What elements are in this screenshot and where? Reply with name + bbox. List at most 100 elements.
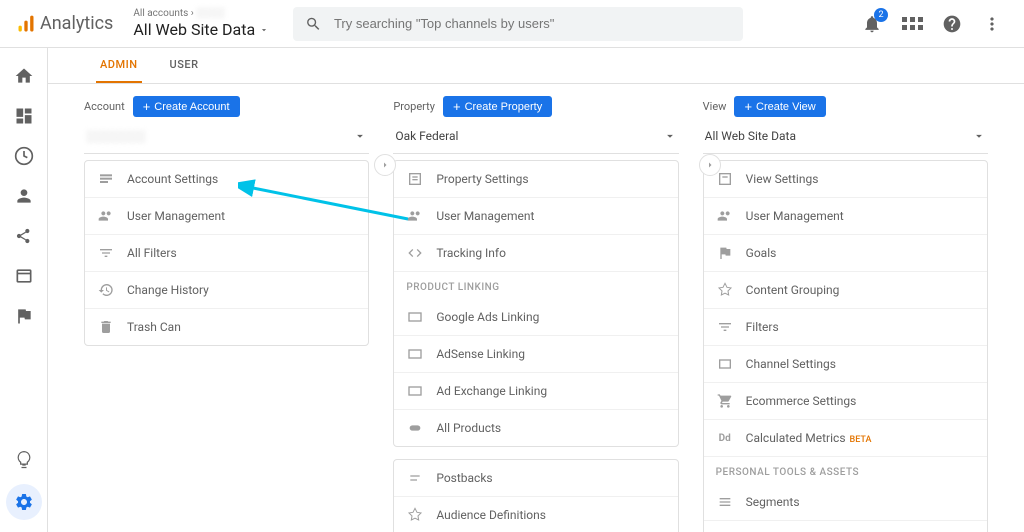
chevron-down-icon (663, 129, 677, 143)
admin-tabs: ADMIN USER (48, 48, 1024, 84)
chevron-down-icon (972, 129, 986, 143)
account-all-filters-item[interactable]: All Filters (85, 235, 368, 272)
view-user-management-item[interactable]: User Management (704, 198, 987, 235)
ads-icon (406, 308, 424, 326)
brand-logo: Analytics (8, 13, 121, 34)
people-icon (406, 207, 424, 225)
create-view-button[interactable]: +Create View (734, 96, 825, 117)
people-icon (716, 207, 734, 225)
postback-icon (406, 469, 424, 487)
plus-icon: + (143, 100, 151, 113)
channel-icon (716, 355, 734, 373)
person-icon (14, 186, 34, 206)
property-user-management-item[interactable]: User Management (394, 198, 677, 235)
arrow-right-icon (379, 159, 391, 171)
more-vert-icon (982, 14, 1002, 34)
apps-button[interactable] (898, 10, 926, 38)
annotations-item[interactable]: Annotations (704, 521, 987, 532)
adsense-linking-item[interactable]: AdSense Linking (394, 336, 677, 373)
lightbulb-icon (14, 450, 34, 470)
home-icon (14, 66, 34, 86)
pages-icon (14, 266, 34, 286)
adexchange-linking-item[interactable]: Ad Exchange Linking (394, 373, 677, 410)
dd-icon: Dd (716, 429, 734, 447)
nav-customization[interactable] (0, 96, 48, 136)
people-icon (97, 207, 115, 225)
account-settings-item[interactable]: Account Settings (85, 161, 368, 198)
adsense-icon (406, 345, 424, 363)
segments-icon (716, 493, 734, 511)
ecommerce-settings-item[interactable]: Ecommerce Settings (704, 383, 987, 420)
segments-item[interactable]: Segments (704, 484, 987, 521)
dashboard-icon (14, 106, 34, 126)
all-products-item[interactable]: All Products (394, 410, 677, 446)
notification-badge: 2 (874, 8, 888, 22)
nav-admin[interactable] (6, 484, 42, 520)
content-grouping-item[interactable]: Content Grouping (704, 272, 987, 309)
view-settings-item[interactable]: View Settings (704, 161, 987, 198)
flag-icon (716, 244, 734, 262)
account-user-management-item[interactable]: User Management (85, 198, 368, 235)
property-selector[interactable]: Oak Federal (393, 123, 678, 154)
code-icon (406, 244, 424, 262)
help-button[interactable] (938, 10, 966, 38)
column-collapse-2[interactable] (699, 154, 721, 176)
property-settings-item[interactable]: Property Settings (394, 161, 677, 198)
gear-icon (14, 492, 34, 512)
property-label: Property (393, 100, 435, 113)
calculated-metrics-item[interactable]: DdCalculated MetricsBETA (704, 420, 987, 457)
audience-icon (406, 506, 424, 524)
admin-columns: Account +Create Account ░░░░░░░ Account … (48, 84, 1024, 532)
account-column: Account +Create Account ░░░░░░░ Account … (72, 96, 381, 532)
personal-tools-header: PERSONAL TOOLS & ASSETS (704, 457, 987, 484)
nav-home[interactable] (0, 56, 48, 96)
google-ads-linking-item[interactable]: Google Ads Linking (394, 299, 677, 336)
link-icon (406, 419, 424, 437)
create-account-button[interactable]: +Create Account (133, 96, 240, 117)
account-picker[interactable]: All accounts › ░░░░ All Web Site Data (133, 8, 269, 39)
app-header: Analytics All accounts › ░░░░ All Web Si… (0, 0, 1024, 48)
postbacks-item[interactable]: Postbacks (394, 460, 677, 497)
notifications-button[interactable]: 2 (858, 10, 886, 38)
help-icon (942, 14, 962, 34)
tab-user[interactable]: USER (166, 48, 203, 83)
product-linking-header: PRODUCT LINKING (394, 272, 677, 299)
share-icon (14, 226, 34, 246)
history-icon (97, 281, 115, 299)
nav-acquisition[interactable] (0, 216, 48, 256)
nav-audience[interactable] (0, 176, 48, 216)
exchange-icon (406, 382, 424, 400)
property-column: Property +Create Property Oak Federal Pr… (381, 96, 690, 532)
channel-settings-item[interactable]: Channel Settings (704, 346, 987, 383)
search-input[interactable] (334, 16, 731, 31)
account-menu-button[interactable] (978, 10, 1006, 38)
tab-admin[interactable]: ADMIN (96, 48, 142, 83)
analytics-logo-icon (16, 14, 36, 34)
arrow-right-icon (704, 159, 716, 171)
nav-discover[interactable] (0, 440, 48, 480)
audience-definitions-item[interactable]: Audience Definitions (394, 497, 677, 532)
chevron-down-icon (259, 25, 269, 35)
nav-conversions[interactable] (0, 296, 48, 336)
view-column: View +Create View All Web Site Data View… (691, 96, 1000, 532)
property-tracking-info-item[interactable]: Tracking Info (394, 235, 677, 272)
plus-icon: + (744, 100, 752, 113)
account-trash-item[interactable]: Trash Can (85, 309, 368, 345)
column-collapse-1[interactable] (374, 154, 396, 176)
account-selector[interactable]: ░░░░░░░ (84, 123, 369, 154)
settings-list-icon (406, 170, 424, 188)
account-change-history-item[interactable]: Change History (85, 272, 368, 309)
main-content: ADMIN USER Account +Create Account ░░░░░… (48, 48, 1024, 532)
settings-list-icon (716, 170, 734, 188)
nav-realtime[interactable] (0, 136, 48, 176)
view-label: View (703, 100, 727, 113)
brand-name: Analytics (40, 13, 113, 34)
flag-icon (14, 306, 34, 326)
filter-icon (716, 318, 734, 336)
view-selector[interactable]: All Web Site Data (703, 123, 988, 154)
search-bar[interactable] (293, 7, 743, 41)
create-property-button[interactable]: +Create Property (443, 96, 552, 117)
view-filters-item[interactable]: Filters (704, 309, 987, 346)
nav-behavior[interactable] (0, 256, 48, 296)
goals-item[interactable]: Goals (704, 235, 987, 272)
